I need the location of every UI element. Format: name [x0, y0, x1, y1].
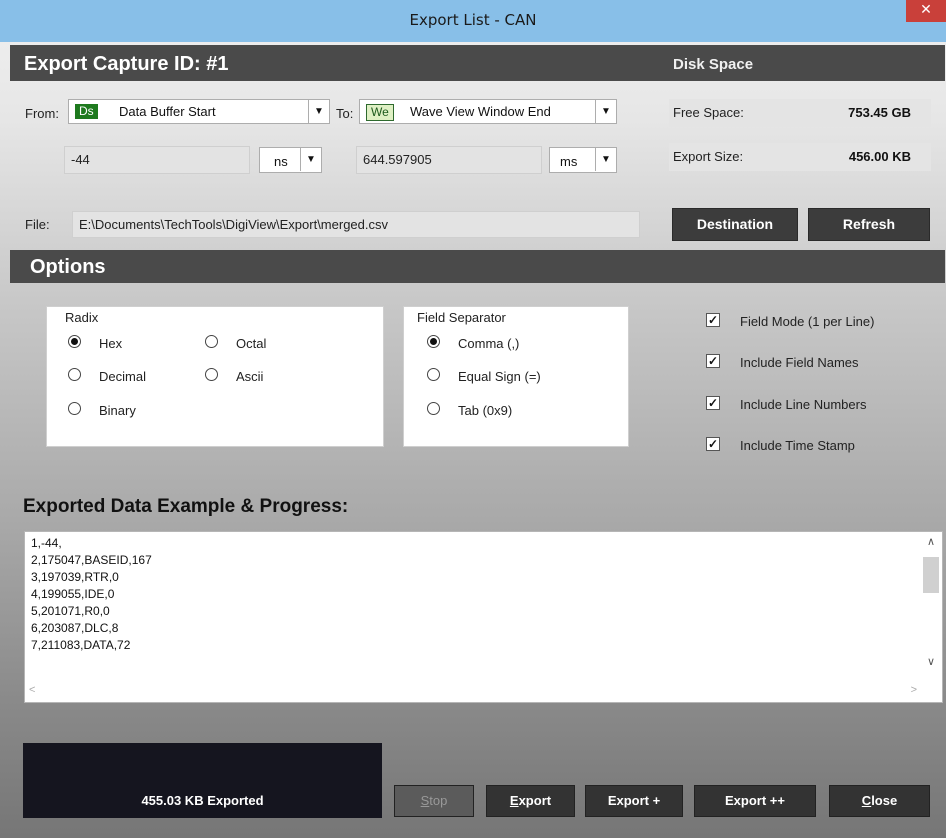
export-plus-button[interactable]: Export +: [585, 785, 683, 817]
field-names-label: Include Field Names: [740, 355, 859, 370]
from-label: From:: [25, 106, 59, 121]
to-select[interactable]: We Wave View Window End ▼: [359, 99, 617, 124]
from-unit-value: ns: [274, 154, 288, 169]
radix-title: Radix: [65, 310, 99, 325]
export-size-row: Export Size: 456.00 KB: [669, 143, 931, 171]
export-plus-plus-button[interactable]: Export ++: [694, 785, 816, 817]
stop-button[interactable]: Stop: [394, 785, 474, 817]
field-mode-label: Field Mode (1 per Line): [740, 314, 875, 329]
horizontal-scrollbar[interactable]: < >: [25, 682, 921, 702]
example-line: 6,203087,DLC,8: [31, 621, 119, 635]
to-code-badge: We: [366, 104, 394, 121]
export-progress-panel: 455.03 KB Exported: [23, 743, 382, 818]
close-label: lose: [871, 793, 898, 808]
checkmark-icon[interactable]: ✓: [706, 437, 720, 451]
checkmark-icon[interactable]: ✓: [706, 313, 720, 327]
chevron-down-icon[interactable]: ▼: [308, 100, 329, 123]
to-offset-input[interactable]: 644.597905: [356, 146, 542, 174]
capture-header: Export Capture ID: #1 Disk Space: [10, 45, 945, 81]
radix-decimal-label: Decimal: [99, 369, 146, 384]
radix-ascii-label: Ascii: [236, 369, 264, 384]
example-line: 3,197039,RTR,0: [31, 570, 119, 584]
window-title: Export List - CAN: [409, 11, 537, 29]
stop-label: top: [429, 793, 448, 808]
radix-group: Radix Hex Octal Decimal Ascii Binary: [46, 306, 384, 447]
radio-selected-icon[interactable]: [427, 335, 440, 348]
refresh-button[interactable]: Refresh: [808, 208, 930, 241]
to-label: To:: [336, 106, 354, 121]
time-stamp-label: Include Time Stamp: [740, 438, 855, 453]
separator-title: Field Separator: [417, 310, 506, 325]
radio-icon[interactable]: [205, 335, 218, 348]
export-list-window: Export List - CAN ✕ Export Capture ID: #…: [0, 0, 946, 838]
example-line: 5,201071,R0,0: [31, 604, 110, 618]
scroll-up-icon[interactable]: ∧: [920, 532, 942, 552]
separator-equal-label: Equal Sign (=): [458, 369, 541, 384]
line-numbers-label: Include Line Numbers: [740, 397, 867, 412]
scroll-right-icon[interactable]: >: [911, 684, 917, 696]
chevron-down-icon[interactable]: ▼: [300, 148, 321, 171]
options-header: Options: [10, 250, 945, 283]
export-mnemonic: E: [509, 793, 519, 808]
export-size-label: Export Size:: [673, 149, 744, 164]
close-window-icon[interactable]: ✕: [906, 0, 946, 22]
example-lines: 1,-44, 2,175047,BASEID,167 3,197039,RTR,…: [31, 535, 152, 654]
radix-octal-label: Octal: [236, 336, 267, 351]
to-select-value: Wave View Window End: [410, 104, 551, 119]
file-label: File:: [25, 217, 50, 232]
example-line: 7,211083,DATA,72: [31, 638, 131, 652]
chevron-down-icon[interactable]: ▼: [595, 148, 616, 171]
example-line: 2,175047,BASEID,167: [31, 553, 152, 567]
radio-selected-icon[interactable]: [68, 335, 81, 348]
destination-button[interactable]: Destination: [672, 208, 798, 241]
free-space-label: Free Space:: [673, 105, 744, 120]
free-space-value: 753.45 GB: [848, 105, 911, 120]
radio-icon[interactable]: [68, 368, 81, 381]
scroll-down-icon[interactable]: ∨: [920, 652, 942, 672]
radio-icon[interactable]: [68, 402, 81, 415]
chevron-down-icon[interactable]: ▼: [595, 100, 616, 123]
progress-text: 455.03 KB Exported: [141, 793, 264, 808]
example-line: 1,-44,: [31, 536, 62, 550]
example-output-textarea[interactable]: 1,-44, 2,175047,BASEID,167 3,197039,RTR,…: [24, 531, 943, 703]
radix-hex-label: Hex: [99, 336, 123, 351]
file-path-input[interactable]: E:\Documents\TechTools\DigiView\Export\m…: [72, 211, 640, 238]
export-button[interactable]: Export: [486, 785, 575, 817]
checkmark-icon[interactable]: ✓: [706, 396, 720, 410]
radio-icon[interactable]: [205, 368, 218, 381]
export-size-value: 456.00 KB: [848, 149, 911, 164]
example-line: 4,199055,IDE,0: [31, 587, 115, 601]
separator-tab-label: Tab (0x9): [458, 403, 513, 418]
radio-icon[interactable]: [427, 402, 440, 415]
to-unit-value: ms: [560, 154, 578, 169]
from-unit-select[interactable]: ns ▼: [259, 147, 322, 173]
free-space-row: Free Space: 753.45 GB: [669, 99, 931, 127]
options-heading: Options: [30, 256, 106, 278]
title-bar: Export List - CAN ✕: [0, 0, 946, 42]
disk-space-heading: Disk Space: [673, 56, 754, 73]
field-separator-group: Field Separator Comma (,) Equal Sign (=)…: [403, 306, 629, 447]
close-button[interactable]: Close: [829, 785, 930, 817]
from-select[interactable]: Ds Data Buffer Start ▼: [68, 99, 330, 124]
scroll-thumb[interactable]: [923, 557, 939, 593]
example-heading: Exported Data Example & Progress:: [23, 496, 349, 517]
radio-icon[interactable]: [427, 368, 440, 381]
checkmark-icon[interactable]: ✓: [706, 354, 720, 368]
radix-binary-label: Binary: [99, 403, 136, 418]
to-unit-select[interactable]: ms ▼: [549, 147, 617, 173]
from-code-badge: Ds: [75, 104, 98, 119]
from-offset-input[interactable]: -44: [64, 146, 250, 174]
separator-comma-label: Comma (,): [458, 336, 520, 351]
capture-heading: Export Capture ID: #1: [24, 53, 229, 75]
export-label: xport: [518, 793, 552, 808]
stop-mnemonic: S: [420, 793, 430, 808]
scroll-left-icon[interactable]: <: [29, 684, 35, 696]
close-mnemonic: C: [861, 793, 872, 808]
vertical-scrollbar[interactable]: ∧ ∨: [920, 532, 942, 682]
from-select-value: Data Buffer Start: [119, 104, 216, 119]
